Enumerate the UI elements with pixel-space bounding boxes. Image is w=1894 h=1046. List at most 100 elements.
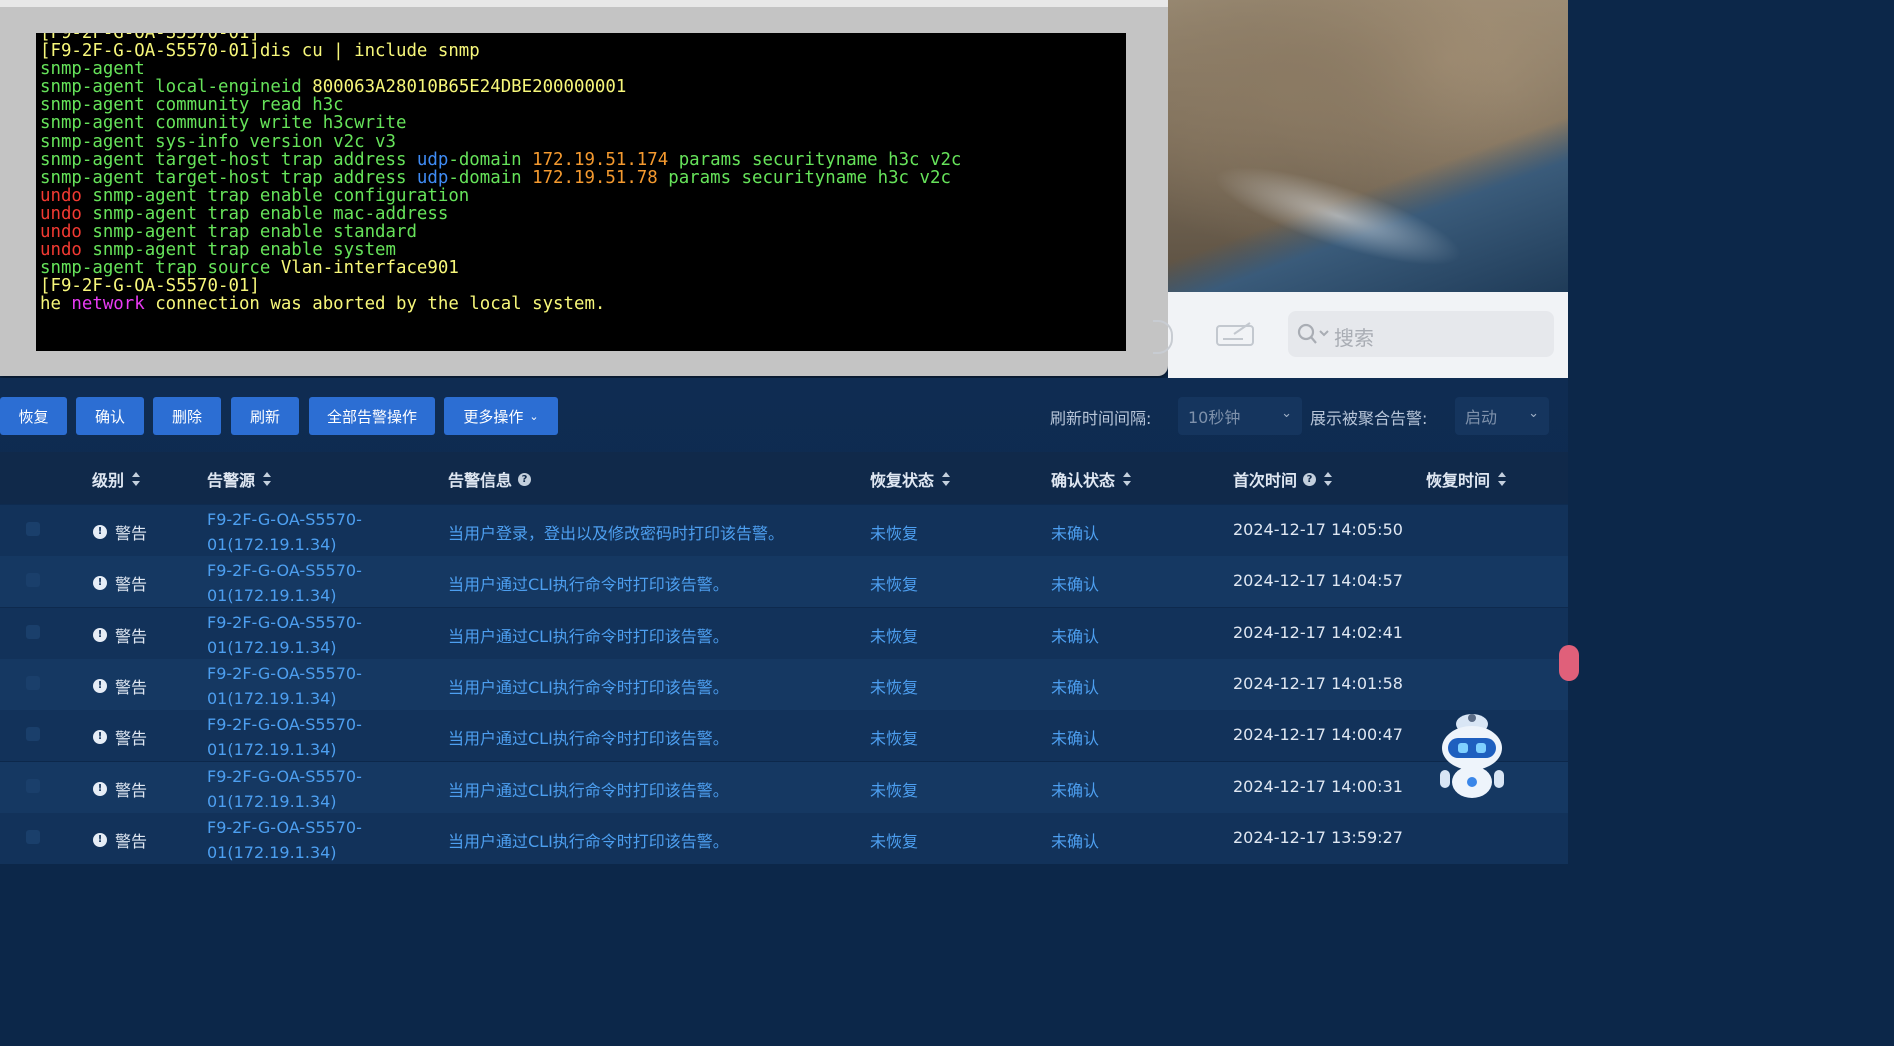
restore-status-link[interactable]: 未恢复 (870, 520, 918, 544)
assistant-robot-icon[interactable] (1430, 710, 1514, 802)
alarm-level: ! 警告 (93, 725, 147, 749)
confirm-status-link[interactable]: 未确认 (1051, 520, 1099, 544)
confirm-status-link[interactable]: 未确认 (1051, 571, 1099, 595)
first-time: 2024-12-17 14:01:58 (1233, 674, 1403, 693)
all-alarm-ops-button[interactable]: 全部告警操作 (309, 397, 435, 435)
first-time: 2024-12-17 14:05:50 (1233, 520, 1403, 539)
warning-icon: ! (93, 679, 107, 693)
table-row[interactable]: ! 警告 F9-2F-G-OA-S5570-01(172.19.1.34) 当用户通过… (0, 813, 1568, 864)
alarm-info-link[interactable]: 当用户通过CLI执行命令时打印该告警。 (448, 777, 729, 801)
terminal-line: snmp-agent sys-info version v2c v3 (36, 133, 1126, 151)
table-row[interactable]: ! 警告 F9-2F-G-OA-S5570-01(172.19.1.34) 当用户登录… (0, 505, 1568, 556)
alarm-level-text: 警告 (115, 627, 148, 646)
alarm-source-link[interactable]: F9-2F-G-OA-S5570-01(172.19.1.34) (207, 507, 407, 557)
restore-status-link[interactable]: 未恢复 (870, 623, 918, 647)
restore-status-link[interactable]: 未恢复 (870, 828, 918, 852)
sort-icon[interactable] (263, 472, 272, 486)
search-placeholder: 搜索 (1334, 326, 1374, 350)
row-checkbox[interactable] (26, 625, 40, 639)
restore-status-link[interactable]: 未恢复 (870, 725, 918, 749)
alarm-source-link[interactable]: F9-2F-G-OA-S5570-01(172.19.1.34) (207, 661, 407, 711)
alarm-source-link[interactable]: F9-2F-G-OA-S5570-01(172.19.1.34) (207, 712, 407, 762)
restore-status-link[interactable]: 未恢复 (870, 571, 918, 595)
alarm-info-link[interactable]: 当用户通过CLI执行命令时打印该告警。 (448, 674, 729, 698)
sort-icon[interactable] (1324, 472, 1333, 486)
terminal-line: undo snmp-agent trap enable system (36, 241, 1126, 259)
row-checkbox[interactable] (26, 573, 40, 587)
column-restore-time-label: 恢复时间 (1426, 471, 1491, 490)
warning-icon: ! (93, 525, 107, 539)
terminal-titlebar (0, 0, 1168, 7)
column-first-time[interactable]: 首次时间? (1233, 467, 1333, 491)
chevron-down-icon: ⌄ (1528, 406, 1539, 421)
sort-icon[interactable] (1498, 472, 1507, 486)
terminal-line: snmp-agent community write h3cwrite (36, 114, 1126, 132)
column-confirm-status-label: 确认状态 (1051, 471, 1116, 490)
row-checkbox[interactable] (26, 676, 40, 690)
restore-button[interactable]: 恢复 (0, 397, 67, 435)
terminal-text: snmp-agent (40, 59, 145, 80)
row-checkbox[interactable] (26, 779, 40, 793)
keyboard-edit-icon[interactable] (1216, 322, 1254, 346)
terminal-text: snmp-agent trap enable mac-address (81, 203, 449, 224)
refresh-interval-value: 10秒钟 (1188, 408, 1241, 427)
first-time: 2024-12-17 14:02:41 (1233, 623, 1403, 642)
table-row[interactable]: ! 警告 F9-2F-G-OA-S5570-01(172.19.1.34) 当用户通过… (0, 556, 1568, 607)
table-row[interactable]: ! 警告 F9-2F-G-OA-S5570-01(172.19.1.34) 当用户通过… (0, 762, 1568, 813)
terminal-text: snmp-agent trap enable configuration (81, 185, 470, 206)
column-source[interactable]: 告警源 (207, 467, 272, 491)
alarm-level: ! 警告 (93, 520, 147, 544)
alarm-source-link[interactable]: F9-2F-G-OA-S5570-01(172.19.1.34) (207, 558, 407, 608)
terminal-line: snmp-agent target-host trap address udp-… (36, 151, 1126, 169)
table-row[interactable]: ! 警告 F9-2F-G-OA-S5570-01(172.19.1.34) 当用户通过… (0, 710, 1568, 761)
terminal-text: [F9-2F-G-OA-S5570-01] (40, 276, 260, 297)
confirm-status-link[interactable]: 未确认 (1051, 777, 1099, 801)
restore-status-link[interactable]: 未恢复 (870, 674, 918, 698)
more-ops-button[interactable]: 更多操作 ⌄ (444, 397, 558, 435)
alarm-info-link[interactable]: 当用户通过CLI执行命令时打印该告警。 (448, 623, 729, 647)
row-checkbox[interactable] (26, 522, 40, 536)
terminal-line: snmp-agent community read h3c (36, 96, 1126, 114)
aggregate-alarm-select[interactable]: 启动 ⌄ (1455, 397, 1549, 435)
alarm-info-link[interactable]: 当用户登录，登出以及修改密码时打印该告警。 (448, 520, 784, 544)
alarm-info-link[interactable]: 当用户通过CLI执行命令时打印该告警。 (448, 571, 729, 595)
terminal-output[interactable]: [F9-2F-G-OA-S5570-01] [F9-2F-G-OA-S5570-0… (36, 33, 1126, 351)
terminal-text: snmp-agent trap enable system (81, 240, 396, 261)
aggregate-alarm-value: 启动 (1465, 408, 1498, 427)
terminal-text: connection was aborted by the local syst… (144, 294, 606, 315)
sort-icon[interactable] (1123, 472, 1132, 486)
refresh-button[interactable]: 刷新 (231, 397, 299, 435)
column-confirm-status[interactable]: 确认状态 (1051, 467, 1132, 491)
confirm-status-link[interactable]: 未确认 (1051, 623, 1099, 647)
alarm-info-link[interactable]: 当用户通过CLI执行命令时打印该告警。 (448, 828, 729, 852)
row-checkbox[interactable] (26, 727, 40, 741)
row-checkbox[interactable] (26, 830, 40, 844)
coastal-photo (1168, 0, 1568, 292)
terminal-text: snmp-agent trap source (40, 258, 281, 279)
edge-floating-tab[interactable] (1559, 645, 1579, 681)
alarm-source-link[interactable]: F9-2F-G-OA-S5570-01(172.19.1.34) (207, 610, 407, 660)
delete-button[interactable]: 删除 (153, 397, 221, 435)
alarm-source-link[interactable]: F9-2F-G-OA-S5570-01(172.19.1.34) (207, 764, 407, 814)
confirm-status-link[interactable]: 未确认 (1051, 674, 1099, 698)
refresh-interval-select[interactable]: 10秒钟 ⌄ (1178, 397, 1302, 435)
sort-icon[interactable] (942, 472, 951, 486)
column-restore-status[interactable]: 恢复状态 (870, 467, 951, 491)
confirm-status-link[interactable]: 未确认 (1051, 828, 1099, 852)
sort-icon[interactable] (132, 472, 141, 486)
restore-status-link[interactable]: 未恢复 (870, 777, 918, 801)
column-level[interactable]: 级别 (92, 467, 141, 491)
terminal-line: [F9-2F-G-OA-S5570-01] (36, 277, 1126, 295)
help-icon[interactable]: ? (518, 472, 532, 486)
table-row[interactable]: ! 警告 F9-2F-G-OA-S5570-01(172.19.1.34) 当用户通过… (0, 608, 1568, 659)
alarm-source-link[interactable]: F9-2F-G-OA-S5570-01(172.19.1.34) (207, 815, 407, 865)
help-icon[interactable]: ? (1303, 472, 1317, 486)
alarm-info-link[interactable]: 当用户通过CLI执行命令时打印该告警。 (448, 725, 729, 749)
confirm-status-link[interactable]: 未确认 (1051, 725, 1099, 749)
table-row[interactable]: ! 警告 F9-2F-G-OA-S5570-01(172.19.1.34) 当用户通过… (0, 659, 1568, 710)
terminal-text: snmp-agent trap enable standard (81, 222, 417, 243)
confirm-button[interactable]: 确认 (76, 397, 144, 435)
column-source-label: 告警源 (207, 471, 256, 490)
column-restore-time[interactable]: 恢复时间 (1426, 467, 1507, 491)
search-box[interactable]: 搜索 (1288, 311, 1554, 357)
